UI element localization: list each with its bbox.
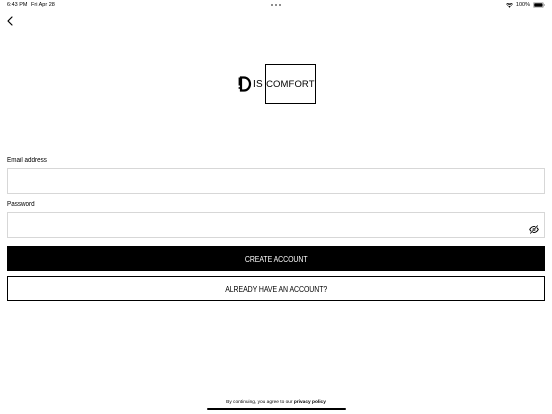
logo-mark xyxy=(238,74,252,94)
email-field[interactable] xyxy=(8,169,544,193)
logo-box: COMFORT xyxy=(264,64,316,104)
home-indicator[interactable] xyxy=(207,408,346,410)
already-have-account-button[interactable]: ALREADY HAVE AN ACCOUNT? xyxy=(7,276,545,301)
create-account-button[interactable]: CREATE ACCOUNT xyxy=(7,246,545,271)
password-label: Password xyxy=(7,201,35,208)
create-account-label: CREATE ACCOUNT xyxy=(244,253,308,264)
privacy-policy-link[interactable]: privacy policy xyxy=(294,400,326,405)
back-button[interactable] xyxy=(5,15,15,27)
email-field-container xyxy=(7,168,545,194)
brand-logo: IS COMFORT xyxy=(238,64,316,104)
terms-prefix: By continuing, you agree to our xyxy=(226,400,293,405)
status-date: Fri Apr 28 xyxy=(31,2,55,8)
already-have-account-label: ALREADY HAVE AN ACCOUNT? xyxy=(225,283,327,294)
terms-notice: By continuing, you agree to our privacy … xyxy=(0,400,552,405)
eye-slash-icon[interactable] xyxy=(529,221,539,234)
password-field-container xyxy=(7,212,545,238)
wifi-icon xyxy=(505,2,513,8)
logo-d-shape xyxy=(238,76,252,92)
email-label: Email address xyxy=(7,157,47,164)
status-bar: 6:43 PM Fri Apr 28 100% xyxy=(0,0,552,11)
status-indicators: 100% xyxy=(505,2,545,8)
logo-text-dis: IS xyxy=(253,78,263,90)
chevron-left-icon xyxy=(7,13,13,31)
logo-text-comfort: COMFORT xyxy=(266,78,315,90)
password-field[interactable] xyxy=(8,213,544,237)
multitasking-dots-icon[interactable] xyxy=(271,4,281,6)
battery-icon xyxy=(533,2,545,8)
battery-percent: 100% xyxy=(515,2,530,8)
status-time: 6:43 PM xyxy=(7,2,28,8)
